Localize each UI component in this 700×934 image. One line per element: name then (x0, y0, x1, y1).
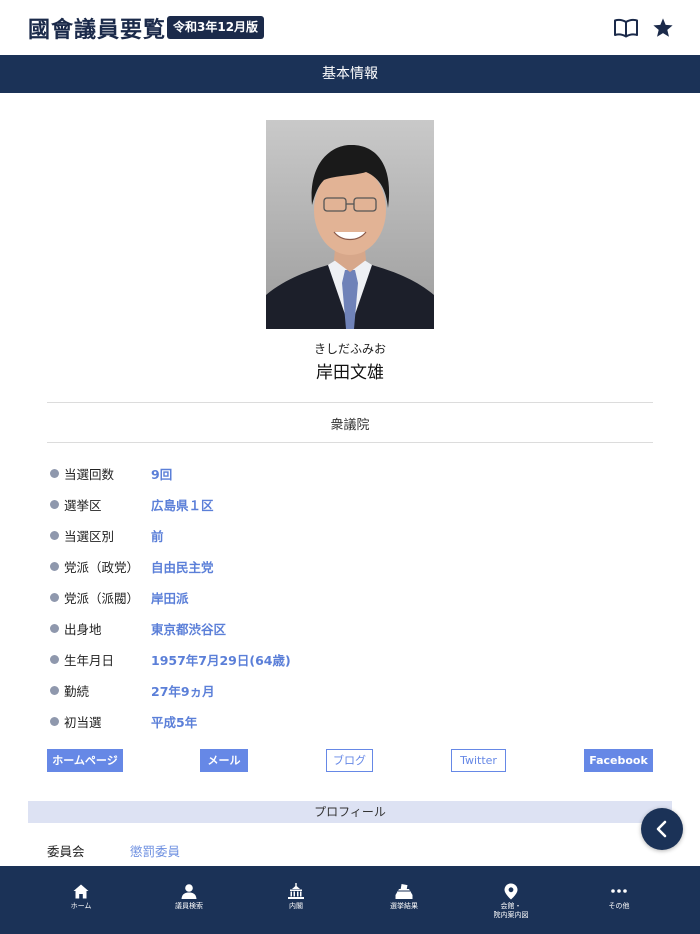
info-label: 生年月日 (64, 653, 115, 668)
homepage-button[interactable]: ホームページ (47, 749, 123, 772)
member-kana: きしだふみお (313, 342, 386, 356)
bullet-icon (50, 624, 59, 633)
divider (47, 402, 653, 403)
chevron-left-icon (656, 820, 667, 838)
info-row-first-election: 初当選 平成5年 (50, 706, 650, 737)
info-value[interactable]: 自由民主党 (151, 557, 214, 576)
nav-other[interactable]: その他 (569, 866, 669, 934)
info-value[interactable]: 前 (151, 526, 164, 545)
nav-label: 内閣 (289, 902, 303, 910)
bullet-icon (50, 717, 59, 726)
nav-label: 会館・ 院内案内図 (493, 902, 529, 919)
member-house: 衆議院 (330, 418, 370, 433)
nav-label: その他 (608, 902, 630, 910)
info-value[interactable]: 岸田派 (151, 588, 189, 607)
bullet-icon (50, 655, 59, 664)
info-row-birthdate: 生年月日 1957年7月29日(64歳) (50, 644, 650, 675)
back-button[interactable] (641, 808, 683, 850)
info-label: 初当選 (64, 715, 102, 730)
info-row-birthplace: 出身地 東京都渋谷区 (50, 613, 650, 644)
info-row-service: 勤続 27年9ヵ月 (50, 675, 650, 706)
info-row-party: 党派（政党） 自由民主党 (50, 551, 650, 582)
nav-label: ホーム (70, 902, 92, 910)
nav-home[interactable]: ホーム (31, 866, 131, 934)
info-value[interactable]: 9回 (151, 464, 172, 483)
info-label: 党派（政党） (64, 560, 140, 575)
divider (47, 442, 653, 443)
info-label: 党派（派閥） (64, 591, 140, 606)
info-label: 当選区別 (64, 529, 115, 544)
nav-search[interactable]: 議員検索 (139, 866, 239, 934)
profile-section-bar: プロフィール (28, 801, 672, 823)
nav-election[interactable]: 選挙結果 (354, 866, 454, 934)
mail-button[interactable]: メール (200, 749, 248, 772)
info-value[interactable]: 1957年7月29日(64歳) (151, 650, 291, 669)
info-row-district: 選挙区 広島県１区 (50, 489, 650, 520)
info-value[interactable]: 広島県１区 (151, 495, 214, 514)
bullet-icon (50, 531, 59, 540)
info-row-terms: 当選回数 9回 (50, 458, 650, 489)
bullet-icon (50, 500, 59, 509)
nav-label: 議員検索 (175, 902, 203, 910)
twitter-button[interactable]: Twitter (451, 749, 506, 772)
bullet-icon (50, 562, 59, 571)
info-label: 勤続 (64, 684, 90, 699)
bullet-icon (50, 593, 59, 602)
info-label: 選挙区 (64, 498, 102, 513)
more-icon (609, 882, 629, 900)
map-pin-icon (501, 882, 521, 900)
home-icon (71, 882, 91, 900)
book-icon[interactable] (612, 14, 640, 42)
info-row-status: 当選区別 前 (50, 520, 650, 551)
section-title-bar: 基本情報 (0, 55, 700, 93)
ballot-box-icon (394, 882, 414, 900)
edition-badge: 令和3年12月版 (167, 16, 265, 39)
diet-building-icon (286, 882, 306, 900)
committee-label: 委員会 (47, 844, 85, 859)
member-name: 岸田文雄 (316, 363, 384, 383)
committee-value[interactable]: 懲罰委員 (130, 841, 180, 860)
info-row-faction: 党派（派閥） 岸田派 (50, 582, 650, 613)
star-icon[interactable] (649, 14, 677, 42)
nav-map[interactable]: 会館・ 院内案内図 (461, 866, 561, 934)
bullet-icon (50, 469, 59, 478)
member-photo (266, 120, 434, 329)
bottom-nav: ホーム 議員検索 内閣 選挙結果 会館・ 院内案内図 その他 (0, 866, 700, 934)
blog-button[interactable]: ブログ (326, 749, 373, 772)
info-value[interactable]: 27年9ヵ月 (151, 681, 215, 700)
info-label: 出身地 (64, 622, 102, 637)
nav-label: 選挙結果 (390, 902, 418, 910)
facebook-button[interactable]: Facebook (584, 749, 653, 772)
person-icon (179, 882, 199, 900)
bullet-icon (50, 686, 59, 695)
app-title: 國會議員要覧 (28, 18, 167, 43)
info-value[interactable]: 平成5年 (151, 712, 197, 731)
nav-cabinet[interactable]: 内閣 (246, 866, 346, 934)
app-header: 國會議員要覧 令和3年12月版 (0, 0, 700, 55)
info-value[interactable]: 東京都渋谷区 (151, 619, 226, 638)
info-label: 当選回数 (64, 467, 115, 482)
